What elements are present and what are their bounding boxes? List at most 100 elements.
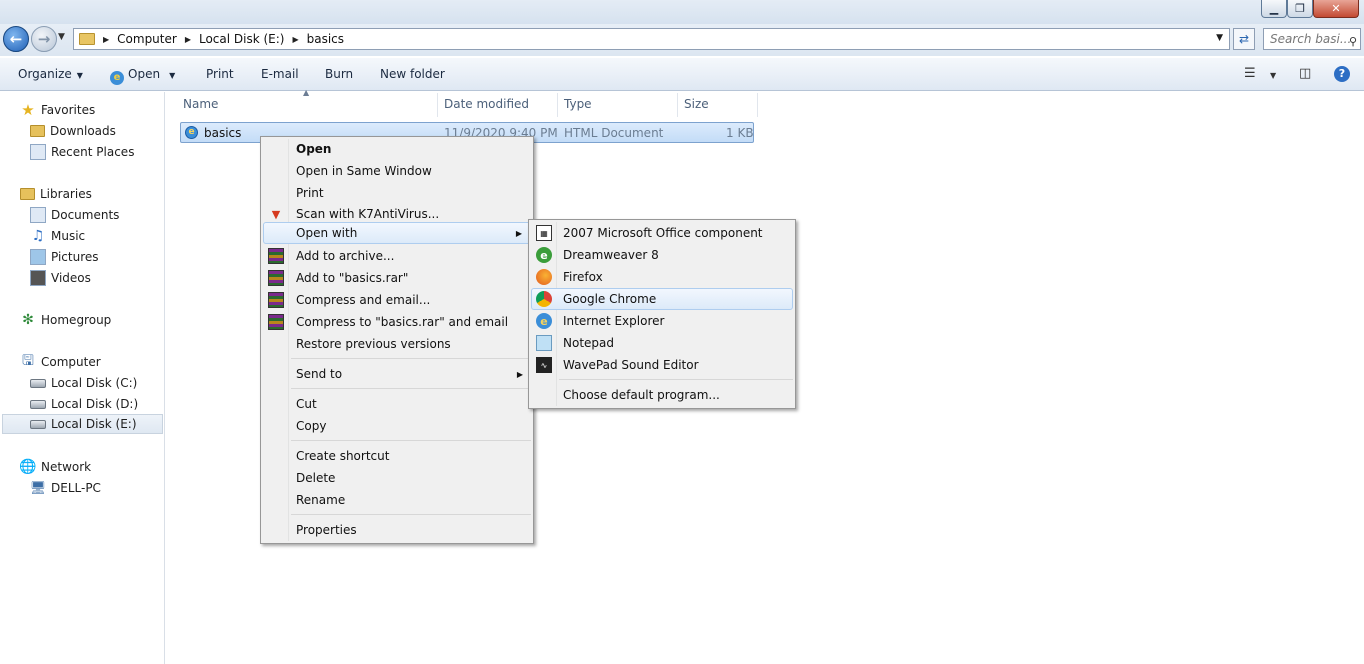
menu-item-restore-versions[interactable]: Restore previous versions [263, 333, 531, 355]
firefox-icon [536, 269, 552, 285]
back-button[interactable]: ← [3, 26, 29, 52]
menu-item-copy[interactable]: Copy [263, 415, 531, 437]
html-file-icon: e [185, 126, 198, 139]
organize-button[interactable]: Organize ▼ [18, 67, 83, 81]
nav-network[interactable]: 🌐 Network [19, 457, 91, 477]
email-button[interactable]: E-mail [261, 67, 299, 81]
nav-documents[interactable]: Documents [30, 205, 119, 225]
menu-item-dreamweaver[interactable]: e Dreamweaver 8 [531, 244, 793, 266]
menu-item-compress-email[interactable]: Compress and email... [263, 289, 531, 311]
nav-libraries[interactable]: Libraries [20, 184, 92, 204]
column-divider[interactable] [557, 93, 558, 117]
column-divider[interactable] [757, 93, 758, 117]
breadcrumb-separator-icon[interactable]: ▶ [292, 35, 298, 44]
breadcrumb-computer[interactable]: Computer [117, 32, 177, 46]
menu-item-label: Send to [296, 367, 343, 381]
nav-favorites[interactable]: ★ Favorites [20, 100, 95, 120]
internet-explorer-icon: e [110, 71, 124, 85]
column-header-size[interactable]: Size [684, 97, 709, 111]
column-header-date-modified[interactable]: Date modified [444, 97, 529, 111]
nav-videos[interactable]: Videos [30, 268, 91, 288]
nav-downloads[interactable]: Downloads [30, 121, 116, 141]
menu-separator [291, 440, 531, 441]
nav-label: Libraries [40, 187, 92, 201]
recent-places-icon [30, 144, 46, 160]
internet-explorer-icon: e [536, 313, 552, 329]
menu-item-wavepad[interactable]: ∿ WavePad Sound Editor [531, 354, 793, 376]
menu-item-send-to[interactable]: Send to ▶ [263, 363, 531, 385]
menu-item-label: 2007 Microsoft Office component [563, 226, 763, 240]
menu-item-add-rar[interactable]: Add to "basics.rar" [263, 267, 531, 289]
menu-item-label: Dreamweaver 8 [563, 248, 659, 262]
drive-icon [30, 378, 46, 388]
open-with-submenu: ▦ 2007 Microsoft Office component e Dreamw… [528, 219, 796, 409]
search-icon: ⚲ [1348, 35, 1357, 48]
breadcrumb-separator-icon[interactable]: ▶ [103, 35, 109, 44]
menu-item-internet-explorer[interactable]: e Internet Explorer [531, 310, 793, 332]
nav-music[interactable]: ♫ Music [30, 226, 85, 246]
address-bar[interactable]: ▶ Computer ▶ Local Disk (E:) ▶ basics ▼ [73, 28, 1230, 50]
menu-item-choose-default[interactable]: Choose default program... [531, 384, 793, 406]
menu-item-label: Google Chrome [563, 292, 657, 306]
menu-item-notepad[interactable]: Notepad [531, 332, 793, 354]
menu-item-open-same-window[interactable]: Open in Same Window [263, 160, 531, 182]
menu-item-label: Properties [296, 523, 357, 537]
burn-button[interactable]: Burn [325, 67, 353, 81]
winrar-icon [268, 292, 284, 308]
preview-pane-icon[interactable]: ◫ [1299, 66, 1311, 81]
menu-item-firefox[interactable]: Firefox [531, 266, 793, 288]
computer-icon: 🖫 [22, 353, 34, 369]
column-divider[interactable] [437, 93, 438, 117]
new-folder-button[interactable]: New folder [380, 67, 445, 81]
view-options-icon[interactable]: ☰ [1244, 66, 1256, 81]
nav-label: Local Disk (E:) [51, 417, 137, 431]
nav-dell-pc[interactable]: 🖥 DELL-PC [30, 478, 101, 498]
refresh-button[interactable]: ⇄ [1233, 28, 1255, 50]
nav-recent-places[interactable]: Recent Places [30, 142, 134, 162]
breadcrumb-local-disk-e[interactable]: Local Disk (E:) [199, 32, 285, 46]
nav-label: Recent Places [51, 145, 135, 159]
menu-item-open[interactable]: Open [263, 138, 531, 160]
submenu-arrow-icon: ▶ [516, 369, 523, 379]
help-icon[interactable]: ? [1334, 66, 1350, 82]
minimize-button[interactable]: ▁ [1261, 0, 1287, 18]
column-header-name[interactable]: Name [183, 97, 218, 111]
nav-homegroup[interactable]: ✻ Homegroup [20, 310, 111, 330]
column-header-type[interactable]: Type [564, 97, 592, 111]
menu-item-open-with[interactable]: Open with ▶ [263, 222, 531, 244]
organize-label: Organize [18, 67, 72, 81]
menu-item-print[interactable]: Print [263, 182, 531, 204]
forward-button[interactable]: → [31, 26, 57, 52]
recent-pages-dropdown[interactable]: ▼ [58, 32, 65, 42]
menu-item-properties[interactable]: Properties [263, 519, 531, 541]
column-divider[interactable] [677, 93, 678, 117]
menu-item-label: Create shortcut [296, 449, 390, 463]
nav-local-disk-d[interactable]: Local Disk (D:) [30, 394, 138, 414]
breadcrumb-basics[interactable]: basics [307, 32, 344, 46]
menu-item-google-chrome[interactable]: Google Chrome [531, 288, 793, 310]
print-button[interactable]: Print [206, 67, 234, 81]
menu-item-office[interactable]: ▦ 2007 Microsoft Office component [531, 222, 793, 244]
nav-local-disk-e[interactable]: Local Disk (E:) [2, 414, 163, 434]
menu-item-compress-rar-email[interactable]: Compress to "basics.rar" and email [263, 311, 531, 333]
menu-item-cut[interactable]: Cut [263, 393, 531, 415]
nav-label: Computer [41, 355, 101, 369]
nav-local-disk-c[interactable]: Local Disk (C:) [30, 373, 137, 393]
menu-item-delete[interactable]: Delete [263, 467, 531, 489]
music-icon: ♫ [31, 228, 45, 244]
chevron-down-icon[interactable]: ▼ [1270, 71, 1276, 80]
address-dropdown-icon[interactable]: ▼ [1216, 33, 1223, 43]
menu-item-rename[interactable]: Rename [263, 489, 531, 511]
nav-computer[interactable]: 🖫 Computer [20, 352, 101, 372]
winrar-icon [268, 248, 284, 264]
open-button[interactable]: e Open ▼ [110, 67, 175, 85]
breadcrumb-separator-icon[interactable]: ▶ [185, 35, 191, 44]
nav-pictures[interactable]: Pictures [30, 247, 99, 267]
menu-item-label: Rename [296, 493, 346, 507]
nav-label: DELL-PC [51, 481, 101, 495]
menu-item-add-archive[interactable]: Add to archive... [263, 245, 531, 267]
search-input[interactable]: Search basi... ⚲ [1263, 28, 1361, 50]
menu-item-create-shortcut[interactable]: Create shortcut [263, 445, 531, 467]
close-button[interactable]: ✕ [1313, 0, 1359, 18]
maximize-button[interactable]: ❐ [1287, 0, 1313, 18]
